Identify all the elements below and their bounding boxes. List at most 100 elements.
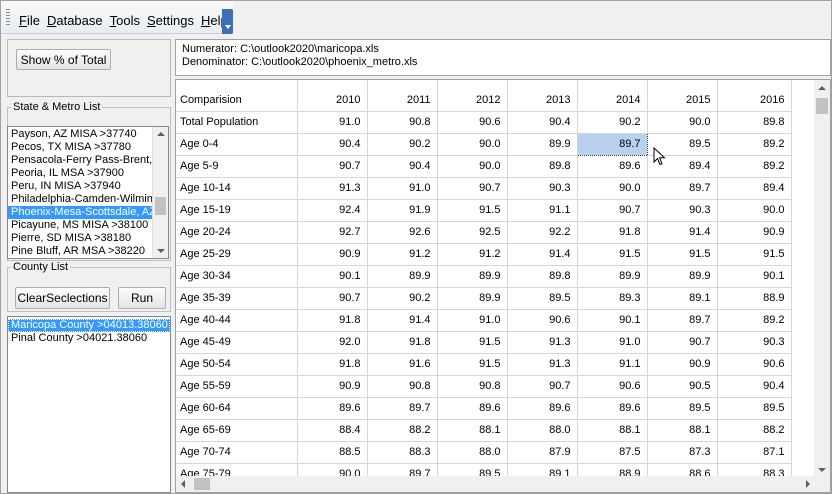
row-label[interactable]: Age 65-69 <box>176 419 298 442</box>
menu-grip[interactable] <box>6 9 10 27</box>
table-cell[interactable]: 90.7 <box>577 199 648 222</box>
column-header[interactable]: 2013 <box>507 80 578 112</box>
table-cell[interactable]: 91.8 <box>297 309 368 332</box>
row-label[interactable]: Age 40-44 <box>176 309 298 332</box>
row-label[interactable]: Age 50-54 <box>176 353 298 376</box>
table-cell[interactable]: 89.6 <box>577 155 648 178</box>
table-cell[interactable]: 88.9 <box>717 287 792 310</box>
table-cell[interactable]: 90.7 <box>297 155 368 178</box>
table-cell[interactable]: 91.4 <box>367 309 438 332</box>
table-cell[interactable]: 90.6 <box>507 309 578 332</box>
table-cell[interactable]: 88.5 <box>297 441 368 464</box>
table-cell[interactable]: 88.1 <box>577 419 648 442</box>
menu-item-file[interactable]: File <box>19 13 40 28</box>
row-label[interactable]: Age 20-24 <box>176 221 298 244</box>
table-cell[interactable]: 89.9 <box>437 287 508 310</box>
table-cell[interactable]: 91.3 <box>507 353 578 376</box>
table-cell[interactable]: 89.2 <box>717 133 792 156</box>
table-cell[interactable]: 88.2 <box>717 419 792 442</box>
table-cell[interactable]: 88.1 <box>647 419 718 442</box>
row-label[interactable]: Age 55-59 <box>176 375 298 398</box>
table-cell[interactable]: 90.4 <box>297 133 368 156</box>
table-cell[interactable]: 91.3 <box>297 177 368 200</box>
table-cell[interactable]: 89.8 <box>507 265 578 288</box>
table-cell[interactable]: 89.7 <box>576 132 648 156</box>
table-cell[interactable]: 92.0 <box>297 331 368 354</box>
table-cell[interactable]: 91.9 <box>367 199 438 222</box>
table-cell[interactable]: 90.2 <box>367 287 438 310</box>
table-cell[interactable]: 90.7 <box>647 331 718 354</box>
table-cell[interactable]: 89.9 <box>367 265 438 288</box>
list-item[interactable]: Pierre, SD MISA >38180 <box>8 232 153 245</box>
list-item[interactable]: Maricopa County >04013.38060 <box>8 319 170 332</box>
list-item[interactable]: Picayune, MS MISA >38100 <box>8 219 153 232</box>
table-cell[interactable]: 90.2 <box>367 133 438 156</box>
scroll-left-icon[interactable] <box>181 480 185 488</box>
table-cell[interactable]: 91.5 <box>437 331 508 354</box>
list-item[interactable]: Pinal County >04021.38060 <box>8 332 170 345</box>
table-cell[interactable]: 90.4 <box>367 155 438 178</box>
table-cell[interactable]: 88.0 <box>437 441 508 464</box>
grid-horizontal-scrollbar[interactable] <box>176 476 830 492</box>
table-cell[interactable]: 90.8 <box>437 375 508 398</box>
table-cell[interactable]: 88.1 <box>437 419 508 442</box>
scroll-up-icon[interactable] <box>818 86 826 90</box>
grid-vertical-scrollbar[interactable] <box>814 80 830 478</box>
table-cell[interactable]: 89.7 <box>367 397 438 420</box>
scroll-down-icon[interactable] <box>818 468 826 472</box>
menu-item-database[interactable]: Database <box>47 13 103 28</box>
table-cell[interactable]: 87.1 <box>717 441 792 464</box>
table-cell[interactable]: 90.5 <box>647 375 718 398</box>
table-cell[interactable]: 88.4 <box>297 419 368 442</box>
table-cell[interactable]: 87.3 <box>647 441 718 464</box>
scroll-thumb[interactable] <box>194 478 210 490</box>
table-cell[interactable]: 88.2 <box>367 419 438 442</box>
list-item[interactable]: Philadelphia-Camden-Wilming <box>8 193 159 206</box>
row-label[interactable]: Total Population <box>176 111 298 134</box>
list-item[interactable]: Pecos, TX MISA >37780 <box>8 141 153 154</box>
table-cell[interactable]: 90.6 <box>577 375 648 398</box>
table-cell[interactable]: 90.9 <box>297 375 368 398</box>
table-cell[interactable]: 91.0 <box>437 309 508 332</box>
table-cell[interactable]: 91.5 <box>577 243 648 266</box>
clear-selections-button[interactable]: ClearSeclections <box>15 287 110 309</box>
table-cell[interactable]: 90.3 <box>647 199 718 222</box>
table-cell[interactable]: 89.6 <box>437 397 508 420</box>
table-cell[interactable]: 90.0 <box>647 111 718 134</box>
table-cell[interactable]: 89.5 <box>647 397 718 420</box>
list-item[interactable]: Phoenix-Mesa-Scottsdale, AZ <box>8 206 156 219</box>
table-cell[interactable]: 89.8 <box>717 111 792 134</box>
column-header[interactable]: 2012 <box>437 80 508 112</box>
table-cell[interactable]: 89.9 <box>577 265 648 288</box>
table-cell[interactable]: 91.5 <box>437 199 508 222</box>
table-cell[interactable]: 91.2 <box>437 243 508 266</box>
table-cell[interactable]: 87.5 <box>577 441 648 464</box>
row-label[interactable]: Age 15-19 <box>176 199 298 222</box>
row-label[interactable]: Age 70-74 <box>176 441 298 464</box>
table-cell[interactable]: 90.4 <box>717 375 792 398</box>
table-cell[interactable]: 89.9 <box>507 133 578 156</box>
table-cell[interactable]: 89.7 <box>647 309 718 332</box>
table-cell[interactable]: 91.8 <box>297 353 368 376</box>
table-cell[interactable]: 90.6 <box>437 111 508 134</box>
table-cell[interactable]: 89.9 <box>647 265 718 288</box>
run-button[interactable]: Run <box>118 287 166 309</box>
table-cell[interactable]: 89.1 <box>647 287 718 310</box>
table-cell[interactable]: 90.7 <box>507 375 578 398</box>
row-label[interactable]: Age 5-9 <box>176 155 298 178</box>
table-cell[interactable]: 91.0 <box>367 177 438 200</box>
table-cell[interactable]: 90.1 <box>717 265 792 288</box>
menu-item-tools[interactable]: Tools <box>110 13 140 28</box>
table-cell[interactable]: 90.1 <box>297 265 368 288</box>
table-cell[interactable]: 90.2 <box>577 111 648 134</box>
scroll-thumb[interactable] <box>155 197 166 215</box>
column-header[interactable]: 2014 <box>577 80 648 112</box>
table-cell[interactable]: 89.5 <box>717 397 792 420</box>
column-header[interactable]: 2010 <box>297 80 368 112</box>
table-cell[interactable]: 91.4 <box>647 221 718 244</box>
table-cell[interactable]: 90.3 <box>717 331 792 354</box>
table-cell[interactable]: 89.6 <box>507 397 578 420</box>
table-cell[interactable]: 89.4 <box>717 177 792 200</box>
table-cell[interactable]: 91.3 <box>507 331 578 354</box>
table-cell[interactable]: 90.0 <box>717 199 792 222</box>
